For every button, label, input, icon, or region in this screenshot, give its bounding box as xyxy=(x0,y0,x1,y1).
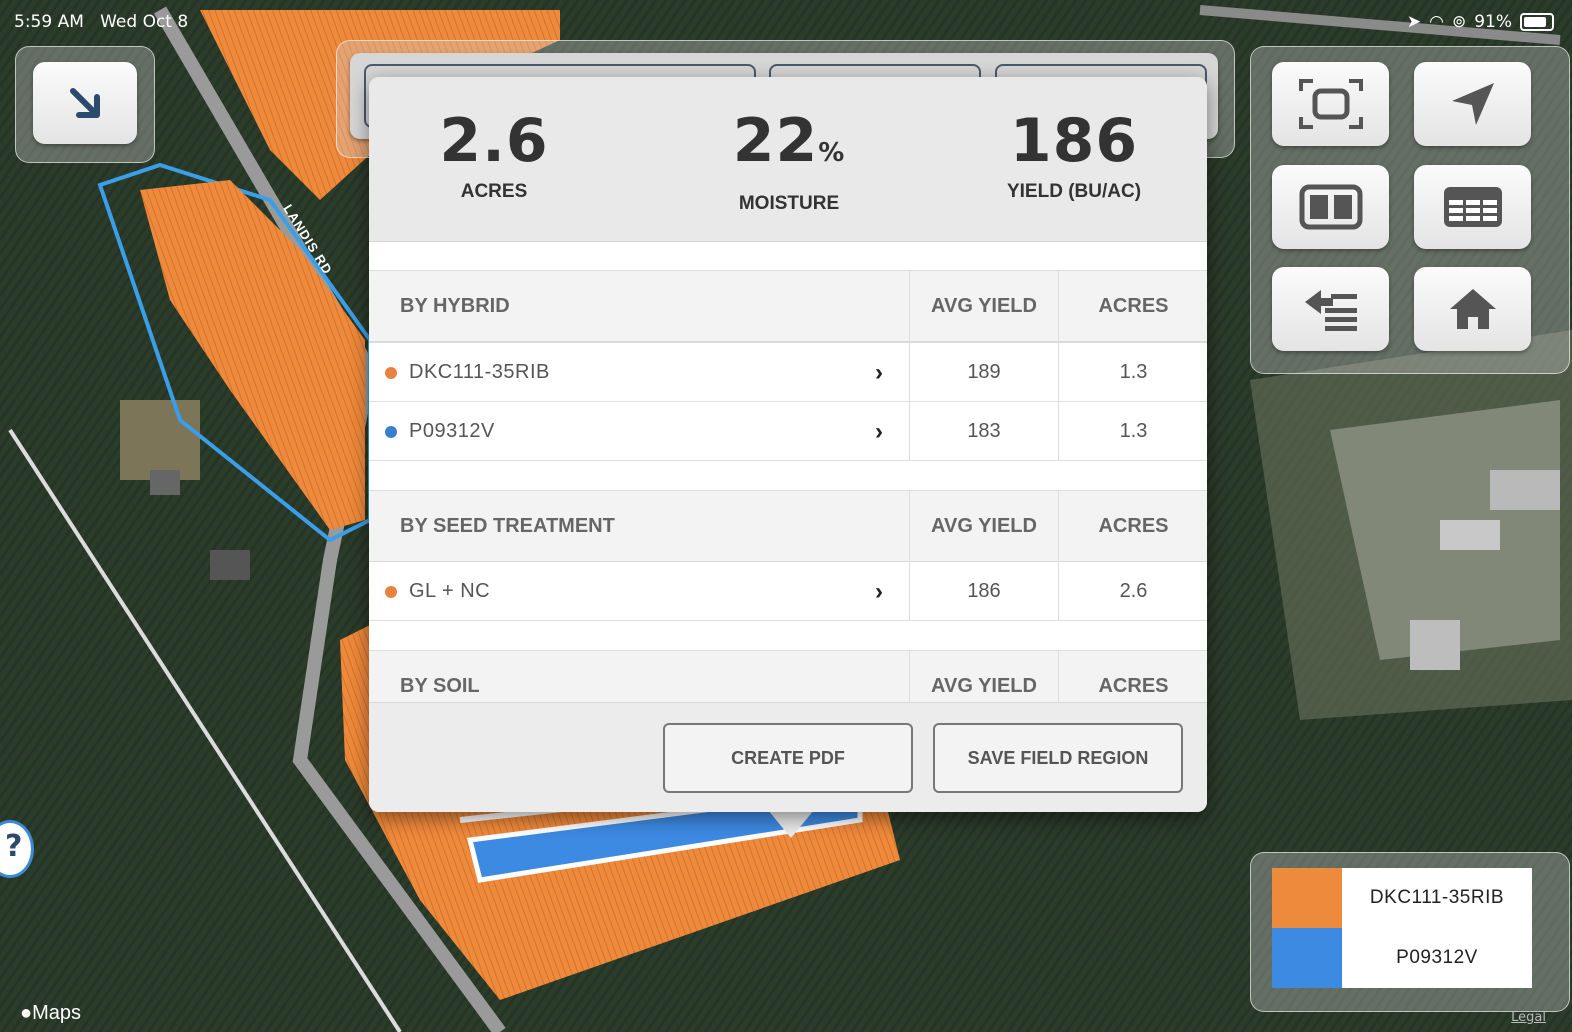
section-title: BY SEED TREATMENT xyxy=(400,515,615,537)
section-header-hybrid: BY HYBRID AVG YIELD ACRES xyxy=(369,270,1207,343)
breakdown-table[interactable]: BY HYBRID AVG YIELD ACRES DKC111-35RIB ›… xyxy=(369,242,1207,702)
chevron-right-icon: › xyxy=(875,418,883,445)
stat-moisture-number: 22 xyxy=(732,106,819,176)
table-icon xyxy=(1443,187,1502,227)
status-time-text: 5:59 AM xyxy=(14,12,84,32)
row-acres: 1.3 xyxy=(1058,402,1207,460)
location-services-icon: ➤ xyxy=(1406,12,1422,32)
legend-swatch xyxy=(1272,928,1342,988)
import-list-button[interactable] xyxy=(1272,267,1389,351)
legend-label: P09312V xyxy=(1342,928,1532,988)
battery-percent: 91% xyxy=(1474,12,1512,32)
help-icon: ? xyxy=(5,829,23,864)
summary-stats: 2.6 ACRES 22% MOISTURE 186 YIELD (BU/AC) xyxy=(369,77,1207,242)
popover-footer: CREATE PDF SAVE FIELD REGION xyxy=(369,702,1207,812)
stat-moisture: 22% MOISTURE xyxy=(699,107,879,215)
status-indicators: ➤ ◠ ⊚ 91% xyxy=(1407,12,1554,32)
maps-text: Maps xyxy=(32,1002,81,1024)
row-avg-yield-value: 189 xyxy=(967,361,1001,383)
row-acres: 2.6 xyxy=(1058,562,1207,620)
stat-yield: 186 YIELD (BU/AC) xyxy=(969,107,1179,203)
collapse-button[interactable] xyxy=(33,62,137,144)
apple-logo-icon: ● xyxy=(20,1002,33,1024)
chevron-right-icon: › xyxy=(875,578,883,605)
section-title: BY HYBRID xyxy=(400,295,510,317)
row-acres: 1.3 xyxy=(1058,343,1207,401)
apple-maps-attribution: ●Maps xyxy=(20,1002,81,1025)
column-avg-yield-label: AVG YIELD xyxy=(931,515,1037,537)
split-view-button[interactable] xyxy=(1272,165,1389,249)
column-acres-label: ACRES xyxy=(1098,675,1169,697)
row-avg-yield: 186 xyxy=(909,562,1058,620)
stat-yield-value: 186 xyxy=(1009,106,1139,176)
column-acres: ACRES xyxy=(1058,491,1207,561)
section-header-soil: BY SOIL AVG YIELD ACRES xyxy=(369,650,1207,702)
table-row-hybrid-dkc111[interactable]: DKC111-35RIB › 189 1.3 xyxy=(369,343,1207,402)
row-acres-value: 1.3 xyxy=(1119,361,1148,383)
stat-acres-label: ACRES xyxy=(460,181,528,202)
split-view-icon xyxy=(1299,184,1362,230)
column-acres: ACRES xyxy=(1058,651,1207,702)
create-pdf-button[interactable]: CREATE PDF xyxy=(663,723,913,793)
column-avg-yield: AVG YIELD xyxy=(909,271,1058,341)
column-acres: ACRES xyxy=(1058,271,1207,341)
row-acres-value: 2.6 xyxy=(1119,580,1148,602)
home-button[interactable] xyxy=(1414,267,1531,351)
section-header-seed-treatment: BY SEED TREATMENT AVG YIELD ACRES xyxy=(369,490,1207,563)
orientation-lock-icon: ⊚ xyxy=(1451,12,1467,32)
stat-yield-label: YIELD (BU/AC) xyxy=(1006,181,1142,202)
section-title: BY SOIL xyxy=(400,675,480,697)
battery-icon xyxy=(1520,13,1554,31)
focus-frame-button[interactable] xyxy=(1272,62,1389,146)
location-arrow-icon xyxy=(1451,83,1494,125)
status-date-text: Wed Oct 8 xyxy=(100,12,189,32)
row-name: GL + NC xyxy=(409,580,491,602)
color-dot xyxy=(385,367,397,379)
row-acres-value: 1.3 xyxy=(1119,420,1148,442)
chevron-right-icon: › xyxy=(875,359,883,386)
row-avg-yield: 183 xyxy=(909,402,1058,460)
table-view-button[interactable] xyxy=(1414,165,1531,249)
column-acres-label: ACRES xyxy=(1098,515,1169,537)
row-name: P09312V xyxy=(409,420,495,442)
stat-moisture-label: MOISTURE xyxy=(738,193,840,214)
legend-item-dkc111[interactable]: DKC111-35RIB xyxy=(1272,868,1532,928)
stat-acres-value: 2.6 xyxy=(439,106,549,176)
stat-moisture-value: 22% xyxy=(699,107,879,187)
stat-moisture-unit: % xyxy=(818,138,846,168)
home-icon xyxy=(1449,289,1496,329)
popover-arrow xyxy=(768,810,814,838)
row-avg-yield: 189 xyxy=(909,343,1058,401)
legal-link[interactable]: Legal xyxy=(1511,1010,1546,1025)
wifi-icon: ◠ xyxy=(1429,12,1444,32)
column-avg-yield: AVG YIELD xyxy=(909,491,1058,561)
row-name: DKC111-35RIB xyxy=(409,361,550,383)
status-time: 5:59 AM Wed Oct 8 xyxy=(14,12,188,32)
color-dot xyxy=(385,426,397,438)
save-field-region-button[interactable]: SAVE FIELD REGION xyxy=(933,723,1183,793)
legend-swatch xyxy=(1272,868,1342,928)
row-avg-yield-value: 183 xyxy=(967,420,1001,442)
locate-me-button[interactable] xyxy=(1414,62,1531,146)
column-avg-yield-label: AVG YIELD xyxy=(931,675,1037,697)
legend-item-p09312v[interactable]: P09312V xyxy=(1272,928,1532,988)
legend-label: DKC111-35RIB xyxy=(1342,868,1532,928)
color-dot xyxy=(385,586,397,598)
table-row-treatment-gl-nc[interactable]: GL + NC › 186 2.6 xyxy=(369,562,1207,621)
collapse-arrow-icon xyxy=(70,88,100,118)
import-list-icon xyxy=(1304,290,1357,331)
stat-acres: 2.6 ACRES xyxy=(409,107,579,203)
column-acres-label: ACRES xyxy=(1098,295,1169,317)
row-avg-yield-value: 186 xyxy=(967,580,1001,602)
focus-frame-icon xyxy=(1298,79,1363,129)
field-summary-popover: 2.6 ACRES 22% MOISTURE 186 YIELD (BU/AC)… xyxy=(369,77,1207,812)
table-row-hybrid-p09312v[interactable]: P09312V › 183 1.3 xyxy=(369,402,1207,461)
column-avg-yield-label: AVG YIELD xyxy=(931,295,1037,317)
column-avg-yield: AVG YIELD xyxy=(909,651,1058,702)
